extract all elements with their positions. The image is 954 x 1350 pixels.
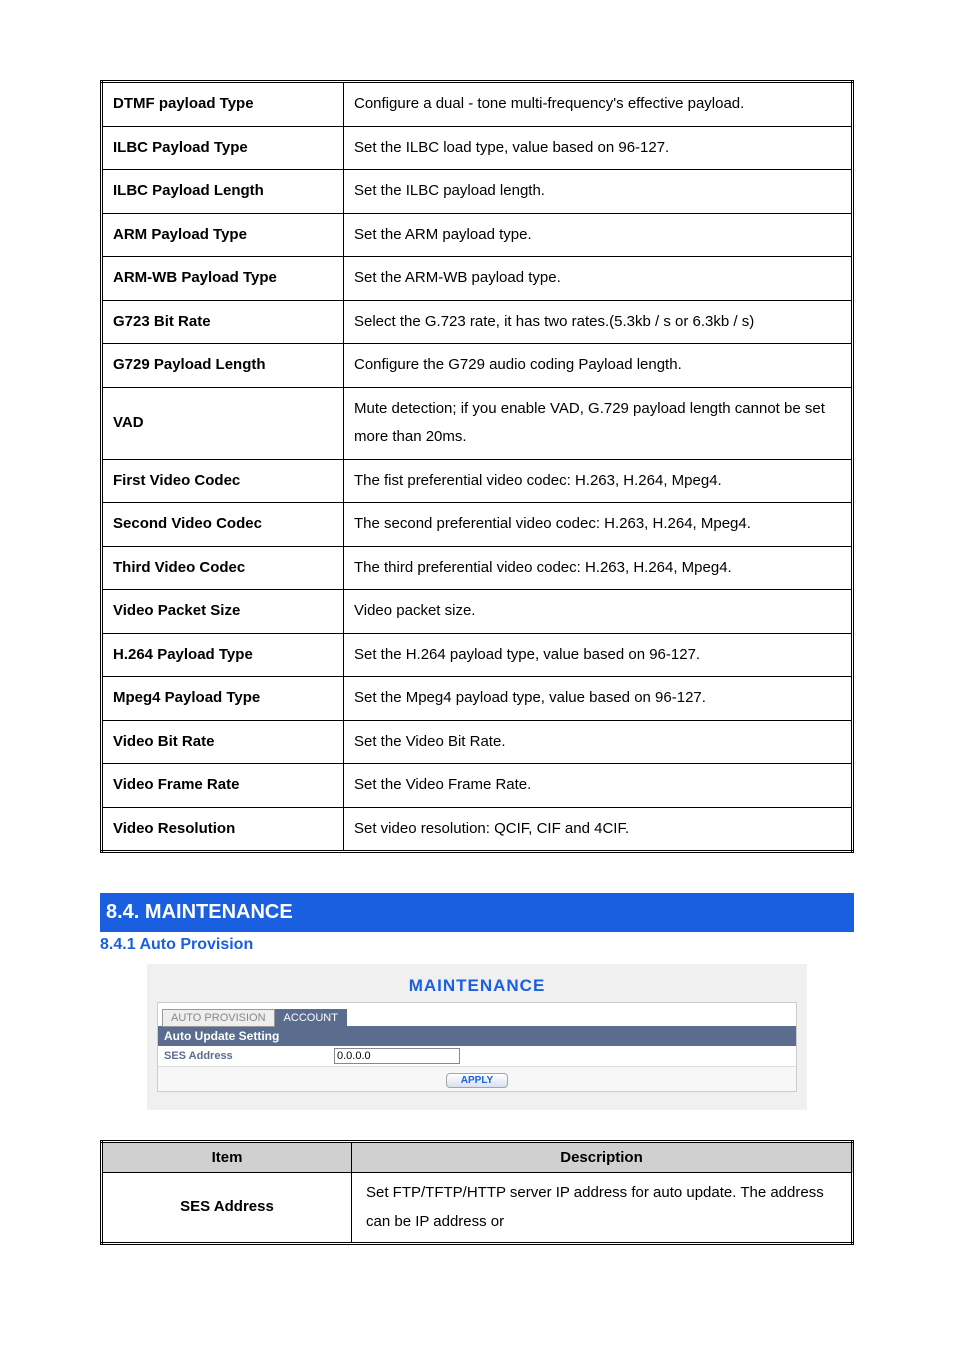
subsection-heading: 8.4.1 Auto Provision <box>100 936 854 954</box>
auto-update-setting-header: Auto Update Setting <box>158 1026 796 1046</box>
table-row: DTMF payload TypeConfigure a dual - tone… <box>102 82 853 127</box>
setting-description: The fist preferential video codec: H.263… <box>344 459 853 503</box>
setting-label: ILBC Payload Length <box>102 170 344 214</box>
setting-label: ARM Payload Type <box>102 213 344 257</box>
table-row: Video Bit RateSet the Video Bit Rate. <box>102 720 853 764</box>
setting-label: Video Resolution <box>102 807 344 852</box>
table-row: ILBC Payload TypeSet the ILBC load type,… <box>102 126 853 170</box>
setting-label: Third Video Codec <box>102 546 344 590</box>
desc-row-text: Set FTP/TFTP/HTTP server IP address for … <box>352 1173 853 1244</box>
setting-label: Video Bit Rate <box>102 720 344 764</box>
table-row: Third Video CodecThe third preferential … <box>102 546 853 590</box>
setting-label: First Video Codec <box>102 459 344 503</box>
tab-account[interactable]: ACCOUNT <box>275 1009 347 1027</box>
setting-label: Second Video Codec <box>102 503 344 547</box>
setting-label: G723 Bit Rate <box>102 300 344 344</box>
setting-label: ARM-WB Payload Type <box>102 257 344 301</box>
setting-description: Video packet size. <box>344 590 853 634</box>
setting-label: ILBC Payload Type <box>102 126 344 170</box>
setting-description: Set the ARM-WB payload type. <box>344 257 853 301</box>
setting-description: Set the H.264 payload type, value based … <box>344 633 853 677</box>
apply-button[interactable]: APPLY <box>446 1073 508 1088</box>
desc-header-description: Description <box>352 1142 853 1173</box>
setting-description: Set the Video Frame Rate. <box>344 764 853 808</box>
table-row: ARM-WB Payload TypeSet the ARM-WB payloa… <box>102 257 853 301</box>
setting-description: Mute detection; if you enable VAD, G.729… <box>344 387 853 459</box>
setting-label: G729 Payload Length <box>102 344 344 388</box>
setting-label: Video Frame Rate <box>102 764 344 808</box>
ses-address-label: SES Address <box>164 1050 334 1062</box>
table-row: VADMute detection; if you enable VAD, G.… <box>102 387 853 459</box>
setting-label: H.264 Payload Type <box>102 633 344 677</box>
maintenance-screenshot: MAINTENANCE AUTO PROVISIONACCOUNT Auto U… <box>147 964 807 1110</box>
setting-label: VAD <box>102 387 344 459</box>
table-row: Video ResolutionSet video resolution: QC… <box>102 807 853 852</box>
table-row: Video Packet SizeVideo packet size. <box>102 590 853 634</box>
setting-description: Configure a dual - tone multi-frequency'… <box>344 82 853 127</box>
setting-description: Configure the G729 audio coding Payload … <box>344 344 853 388</box>
tab-auto-provision[interactable]: AUTO PROVISION <box>162 1009 275 1027</box>
table-row: G723 Bit RateSelect the G.723 rate, it h… <box>102 300 853 344</box>
setting-label: DTMF payload Type <box>102 82 344 127</box>
table-row: G729 Payload LengthConfigure the G729 au… <box>102 344 853 388</box>
table-row: ARM Payload TypeSet the ARM payload type… <box>102 213 853 257</box>
section-heading: 8.4. MAINTENANCE <box>100 893 854 932</box>
desc-header-item: Item <box>102 1142 352 1173</box>
desc-row-label: SES Address <box>102 1173 352 1244</box>
setting-description: Set the ARM payload type. <box>344 213 853 257</box>
table-row: Mpeg4 Payload TypeSet the Mpeg4 payload … <box>102 677 853 721</box>
setting-description: Select the G.723 rate, it has two rates.… <box>344 300 853 344</box>
table-row: Second Video CodecThe second preferentia… <box>102 503 853 547</box>
setting-description: The second preferential video codec: H.2… <box>344 503 853 547</box>
setting-description: Set video resolution: QCIF, CIF and 4CIF… <box>344 807 853 852</box>
setting-description: Set the ILBC load type, value based on 9… <box>344 126 853 170</box>
ses-address-input[interactable] <box>334 1048 460 1064</box>
setting-description: The third preferential video codec: H.26… <box>344 546 853 590</box>
setting-label: Mpeg4 Payload Type <box>102 677 344 721</box>
setting-label: Video Packet Size <box>102 590 344 634</box>
setting-description: Set the ILBC payload length. <box>344 170 853 214</box>
table-row: First Video CodecThe fist preferential v… <box>102 459 853 503</box>
table-row: Video Frame RateSet the Video Frame Rate… <box>102 764 853 808</box>
setting-description: Set the Mpeg4 payload type, value based … <box>344 677 853 721</box>
table-row: ILBC Payload LengthSet the ILBC payload … <box>102 170 853 214</box>
settings-table: DTMF payload TypeConfigure a dual - tone… <box>100 80 854 853</box>
table-row: H.264 Payload TypeSet the H.264 payload … <box>102 633 853 677</box>
maintenance-title: MAINTENANCE <box>157 976 797 996</box>
setting-description: Set the Video Bit Rate. <box>344 720 853 764</box>
table-row: SES Address Set FTP/TFTP/HTTP server IP … <box>102 1173 853 1244</box>
description-table: Item Description SES Address Set FTP/TFT… <box>100 1140 854 1245</box>
